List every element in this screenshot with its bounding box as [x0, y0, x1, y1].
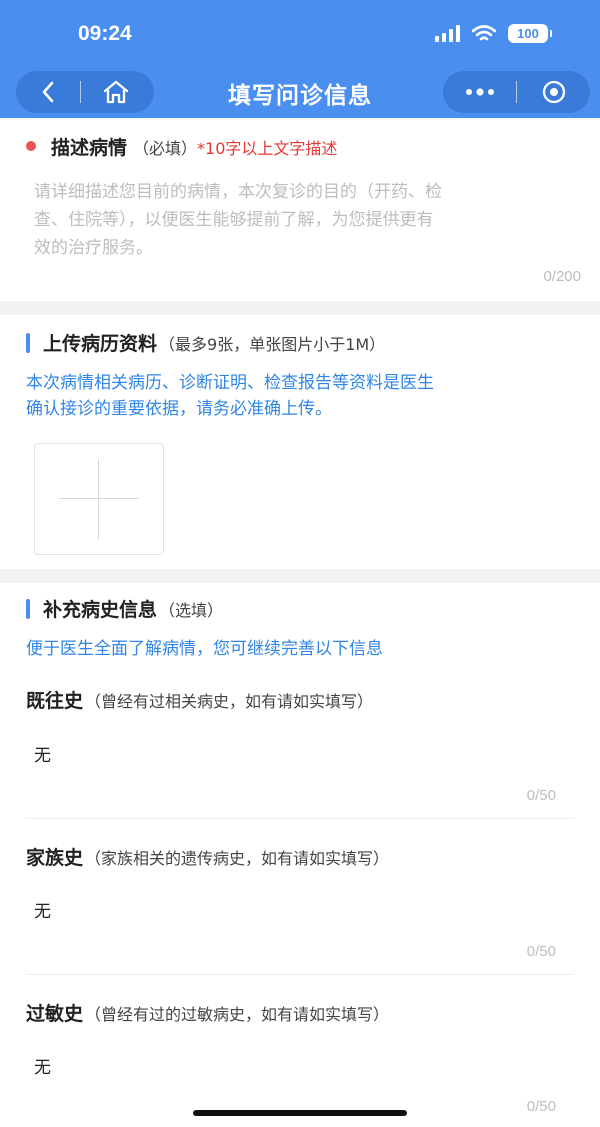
placeholder-line: 请详细描述您目前的病情，本次复诊的目的（开药、检: [34, 182, 442, 202]
signal-icon: [435, 25, 460, 42]
upload-info: 本次病情相关病历、诊断证明、检查报告等资料是医生 确认接诊的重要依据，请务必准确…: [26, 370, 576, 422]
family-history-note: （家族相关的遗传病史，如有请如实填写）: [85, 849, 390, 868]
target-circle-icon: [542, 80, 565, 104]
allergy-history-counter: 0/50: [526, 1098, 556, 1115]
history-title: 补充病史信息: [43, 599, 158, 621]
family-history-value: 无: [34, 902, 51, 922]
past-history-input[interactable]: 无 0/50: [26, 731, 574, 804]
section-gap: [0, 301, 600, 315]
status-time: 09:24: [78, 22, 132, 45]
describe-placeholder: 请详细描述您目前的病情，本次复诊的目的（开药、检 查、住院等），以便医生能够提前…: [34, 178, 574, 262]
upload-title-row: 上传病历资料 （最多9张，单张图片小于1M）: [43, 329, 385, 356]
past-history-label: 既往史: [26, 690, 84, 712]
upload-title: 上传病历资料: [43, 333, 158, 355]
past-history-note: （曾经有过相关病史，如有请如实填写）: [85, 692, 374, 711]
history-section: 补充病史信息 （选填） 便于医生全面了解病情，您可继续完善以下信息 既往史 （曾…: [0, 583, 600, 1127]
allergy-history-title: 过敏史 （曾经有过的过敏病史，如有请如实填写）: [26, 999, 389, 1026]
upload-info-line: 本次病情相关病历、诊断证明、检查报告等资料是医生: [26, 373, 434, 393]
required-label: （必填）: [133, 139, 198, 158]
history-title-row: 补充病史信息 （选填）: [43, 595, 223, 622]
required-dot: [26, 141, 36, 151]
section-marker: [26, 599, 30, 619]
status-icons: 100: [435, 24, 552, 43]
upload-note: （最多9张，单张图片小于1M）: [159, 335, 386, 354]
home-indicator[interactable]: [193, 1110, 407, 1116]
upload-info-line: 确认接诊的重要依据，请务必准确上传。: [26, 399, 332, 419]
placeholder-line: 查、住院等），以便医生能够提前了解，为您提供更有: [34, 210, 434, 230]
allergy-history-value: 无: [34, 1058, 51, 1078]
more-button[interactable]: [443, 71, 516, 113]
divider: [26, 818, 574, 819]
close-miniprogram-button[interactable]: [517, 71, 590, 113]
wifi-icon: [472, 24, 496, 40]
past-history-value: 无: [34, 746, 51, 766]
describe-textarea[interactable]: 请详细描述您目前的病情，本次复诊的目的（开药、检 查、住院等），以便医生能够提前…: [26, 176, 576, 286]
divider: [26, 974, 574, 975]
allergy-history-note: （曾经有过的过敏病史，如有请如实填写）: [85, 1005, 390, 1024]
describe-title: 描述病情: [51, 137, 128, 159]
optional-label: （选填）: [159, 601, 224, 620]
family-history-input[interactable]: 无 0/50: [26, 887, 574, 960]
section-gap: [0, 569, 600, 583]
section-marker: [26, 333, 30, 353]
family-history-title: 家族史 （家族相关的遗传病史，如有请如实填写）: [26, 843, 389, 870]
battery-icon: 100: [508, 24, 552, 43]
family-history-label: 家族史: [26, 847, 84, 869]
past-history-title: 既往史 （曾经有过相关病史，如有请如实填写）: [26, 686, 373, 713]
allergy-history-label: 过敏史: [26, 1003, 84, 1025]
history-info: 便于医生全面了解病情，您可继续完善以下信息: [26, 639, 383, 659]
more-dots-icon: [465, 88, 494, 96]
past-history-counter: 0/50: [526, 787, 556, 804]
family-history-counter: 0/50: [526, 943, 556, 960]
describe-section: 描述病情 （必填） *10字以上文字描述 请详细描述您目前的病情，本次复诊的目的…: [0, 118, 600, 301]
describe-title-row: 描述病情 （必填） *10字以上文字描述: [51, 133, 337, 160]
header: 09:24 100 填写问诊信息: [0, 0, 600, 118]
describe-counter: 0/200: [543, 268, 581, 285]
add-image-button[interactable]: [34, 443, 164, 555]
placeholder-line: 效的治疗服务。: [34, 238, 153, 258]
nav-capsule-right: [443, 71, 590, 113]
describe-hint: *10字以上文字描述: [197, 139, 338, 158]
